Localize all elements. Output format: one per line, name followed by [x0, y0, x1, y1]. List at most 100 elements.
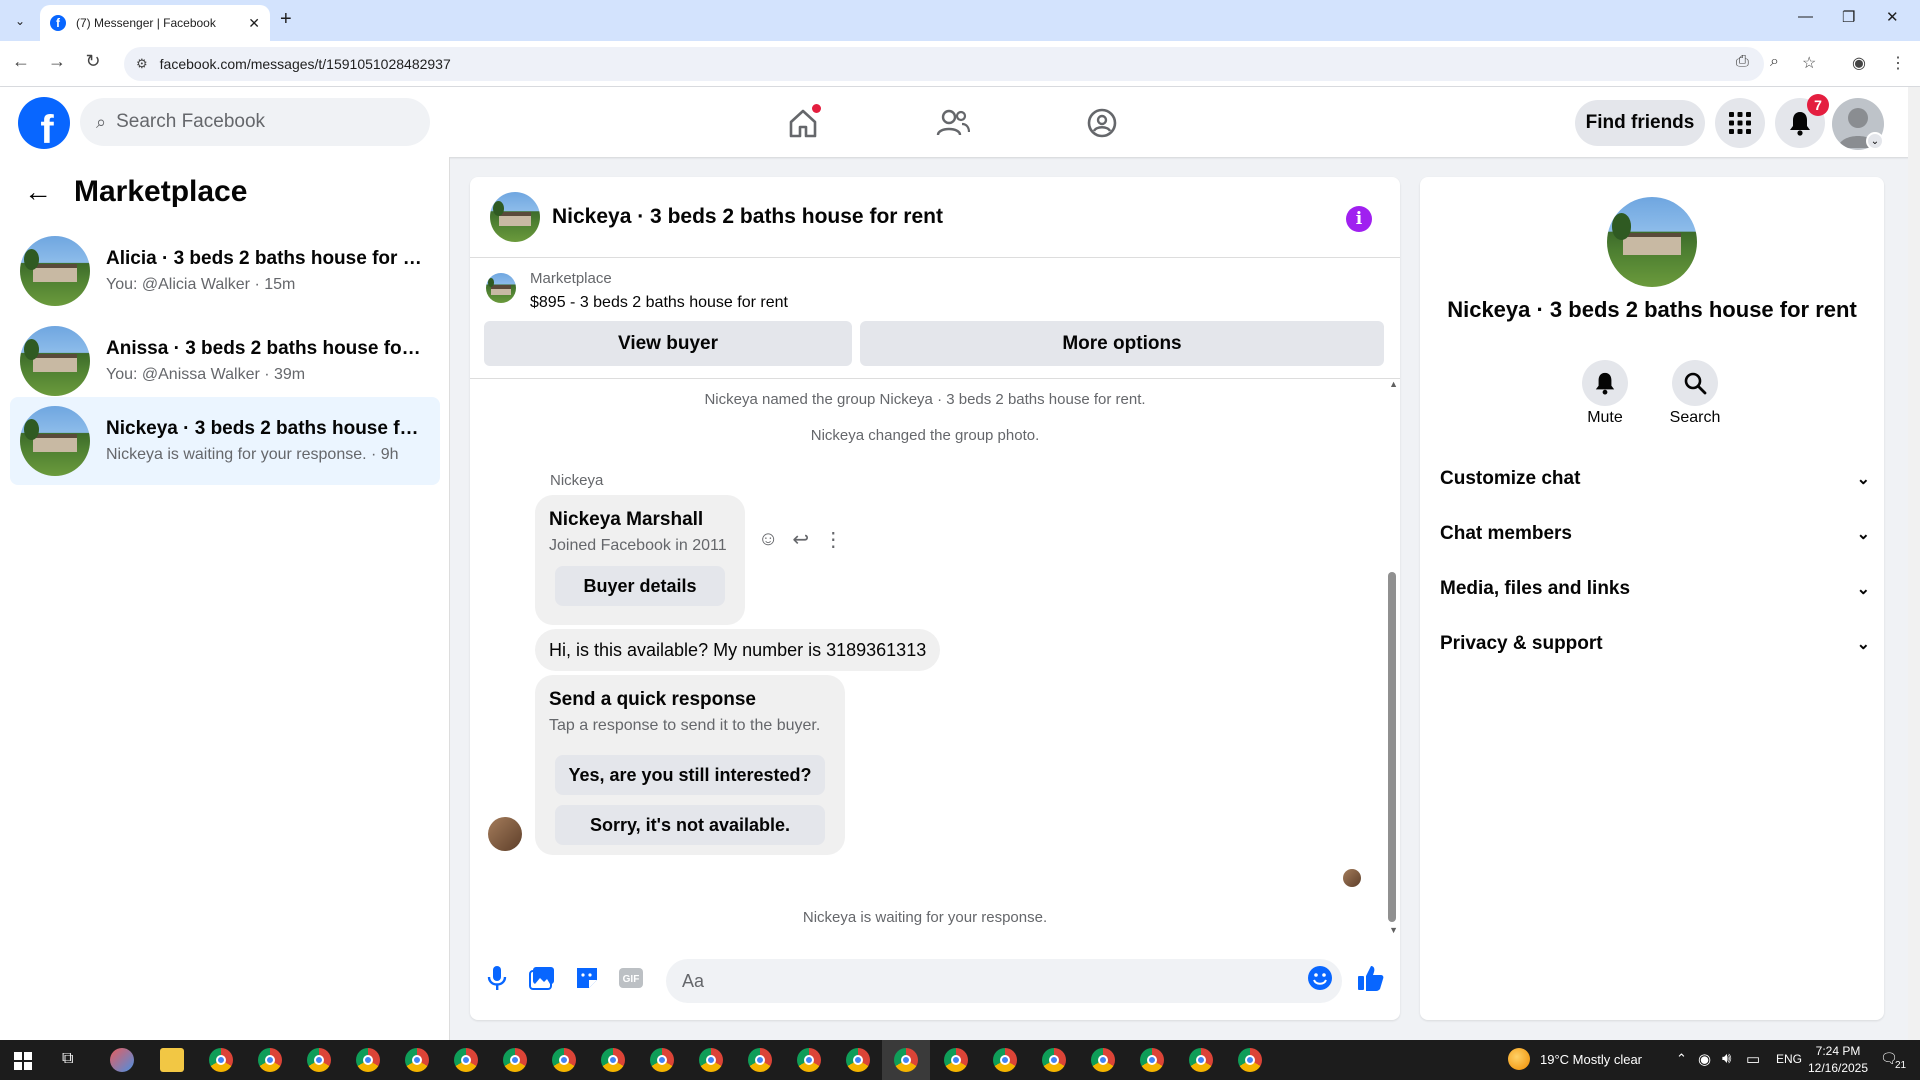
more-vertical-icon[interactable]: ⋮ — [823, 527, 843, 552]
chrome-icon[interactable] — [307, 1048, 331, 1072]
chrome-icon[interactable] — [503, 1048, 527, 1072]
chrome-icon[interactable] — [601, 1048, 625, 1072]
chrome-icon[interactable] — [454, 1048, 478, 1072]
restore-button[interactable]: ❐ — [1842, 8, 1855, 26]
scroll-up-arrow[interactable]: ▲ — [1389, 379, 1398, 389]
message-scrollbar[interactable] — [1388, 572, 1396, 922]
page-scrollbar[interactable] — [1908, 87, 1920, 1040]
chevron-down-icon: ⌄ — [1856, 581, 1870, 598]
reply-arrow-icon[interactable]: ↩ — [792, 527, 809, 552]
more-options-button[interactable]: More options — [860, 321, 1384, 366]
bookmark-star-icon[interactable]: ☆ — [1802, 53, 1816, 73]
sticker-icon[interactable] — [572, 963, 602, 993]
info-icon[interactable]: i — [1346, 206, 1372, 232]
facebook-search[interactable]: ⌕ Search Facebook — [80, 98, 430, 146]
chat-header-thumbnail[interactable] — [490, 192, 540, 242]
mute-button[interactable] — [1582, 360, 1628, 406]
language-indicator[interactable]: ENG — [1776, 1052, 1802, 1066]
chrome-icon[interactable] — [258, 1048, 282, 1072]
browser-menu-icon[interactable]: ⋮ — [1890, 53, 1906, 73]
microphone-icon[interactable] — [482, 963, 512, 993]
location-icon[interactable]: ◉ — [1698, 1050, 1711, 1068]
conversation-item[interactable]: Alicia · 3 beds 2 baths house for rent Y… — [10, 227, 440, 315]
chat-title[interactable]: Nickeya · 3 beds 2 baths house for rent — [552, 205, 943, 229]
file-explorer-icon[interactable] — [160, 1048, 184, 1072]
forward-button[interactable]: → — [44, 51, 70, 72]
groups-nav-icon[interactable] — [1080, 101, 1124, 145]
buyer-details-button[interactable]: Buyer details — [555, 566, 725, 606]
message-input[interactable]: Aa — [666, 959, 1342, 1003]
section-privacy-support[interactable]: Privacy & support ⌄ — [1440, 624, 1870, 664]
section-customize-chat[interactable]: Customize chat ⌄ — [1440, 459, 1870, 499]
menu-grid-button[interactable] — [1715, 98, 1765, 148]
new-tab-button[interactable]: + — [280, 8, 292, 31]
info-chat-name: Nickeya · 3 beds 2 baths house for rent — [1447, 297, 1857, 322]
react-smiley-icon[interactable]: ☺ — [758, 528, 778, 551]
chrome-icon[interactable] — [1189, 1048, 1213, 1072]
quick-response-no-button[interactable]: Sorry, it's not available. — [555, 805, 825, 845]
chrome-icon[interactable] — [944, 1048, 968, 1072]
section-media-files-links[interactable]: Media, files and links ⌄ — [1440, 569, 1870, 609]
view-buyer-button[interactable]: View buyer — [484, 321, 852, 366]
minimize-button[interactable]: — — [1798, 8, 1813, 25]
install-icon[interactable]: ⎙ — [1736, 53, 1749, 71]
chrome-icon-active[interactable] — [894, 1048, 918, 1072]
chrome-icon[interactable] — [699, 1048, 723, 1072]
conversation-item-active[interactable]: Nickeya · 3 beds 2 baths house for... Ni… — [10, 397, 440, 485]
chrome-icon[interactable] — [846, 1048, 870, 1072]
scroll-down-arrow[interactable]: ▼ — [1389, 925, 1398, 935]
profile-icon[interactable]: ◉ — [1852, 53, 1866, 73]
listing-price[interactable]: $895 - 3 beds 2 baths house for rent — [530, 294, 788, 312]
weather-text[interactable]: 19°C Mostly clear — [1540, 1052, 1642, 1067]
clock-date[interactable]: 12/16/2025 — [1806, 1061, 1870, 1075]
windows-start-icon[interactable] — [14, 1052, 32, 1070]
message-bubble[interactable]: Hi, is this available? My number is 3189… — [535, 629, 941, 671]
find-friends-button[interactable]: Find friends — [1575, 100, 1705, 146]
chrome-icon[interactable] — [1140, 1048, 1164, 1072]
gif-icon[interactable]: GIF — [616, 963, 646, 993]
chrome-icon[interactable] — [209, 1048, 233, 1072]
chrome-icon[interactable] — [356, 1048, 380, 1072]
chrome-icon[interactable] — [552, 1048, 576, 1072]
clock-time[interactable]: 7:24 PM — [1808, 1044, 1868, 1058]
notifications-button[interactable]: 7 — [1775, 94, 1829, 148]
close-window-button[interactable]: ✕ — [1886, 8, 1899, 26]
back-button[interactable]: ← — [8, 51, 34, 72]
home-nav-icon[interactable] — [781, 101, 825, 145]
site-info-icon[interactable]: ⚙ — [136, 56, 148, 72]
sender-avatar[interactable] — [488, 817, 522, 851]
weather-moon-icon[interactable] — [1508, 1048, 1530, 1070]
zoom-icon[interactable]: ⌕ — [1770, 53, 1779, 71]
chrome-icon[interactable] — [1238, 1048, 1262, 1072]
listing-thumbnail[interactable] — [486, 273, 516, 303]
reload-button[interactable]: ↻ — [80, 51, 106, 72]
volume-icon[interactable]: 🔊︎ — [1722, 1050, 1731, 1067]
back-arrow-icon[interactable]: ← — [24, 176, 52, 208]
search-in-chat-button[interactable] — [1672, 360, 1718, 406]
thumbs-up-icon[interactable] — [1356, 963, 1386, 993]
chrome-icon[interactable] — [993, 1048, 1017, 1072]
friends-nav-icon[interactable] — [931, 101, 975, 145]
chrome-icon[interactable] — [650, 1048, 674, 1072]
browser-tab[interactable]: f (7) Messenger | Facebook ✕ — [40, 5, 270, 41]
task-view-icon[interactable]: ⧉ — [62, 1050, 73, 1068]
chrome-icon[interactable] — [1091, 1048, 1115, 1072]
quick-response-yes-button[interactable]: Yes, are you still interested? — [555, 755, 825, 795]
chrome-icon[interactable] — [405, 1048, 429, 1072]
network-icon[interactable]: ▭ — [1746, 1050, 1760, 1068]
address-bar[interactable]: ⚙ facebook.com/messages/t/15910510284829… — [124, 47, 1764, 81]
show-hidden-icons-chevron[interactable]: ⌃ — [1676, 1051, 1687, 1067]
section-chat-members[interactable]: Chat members ⌄ — [1440, 514, 1870, 554]
conversation-item[interactable]: Anissa · 3 beds 2 baths house for r... Y… — [10, 317, 440, 405]
facebook-logo[interactable]: f — [18, 97, 70, 149]
chrome-icon[interactable] — [797, 1048, 821, 1072]
tab-search-button[interactable]: ⌄ — [8, 9, 32, 33]
chrome-icon[interactable] — [1042, 1048, 1066, 1072]
photo-icon[interactable] — [527, 963, 557, 993]
account-chevron-icon[interactable]: ⌄ — [1866, 132, 1884, 150]
app-icon[interactable] — [110, 1048, 134, 1072]
chrome-icon[interactable] — [748, 1048, 772, 1072]
group-photo[interactable] — [1607, 197, 1697, 287]
close-tab-icon[interactable]: ✕ — [248, 15, 260, 32]
emoji-icon[interactable] — [1305, 963, 1335, 993]
